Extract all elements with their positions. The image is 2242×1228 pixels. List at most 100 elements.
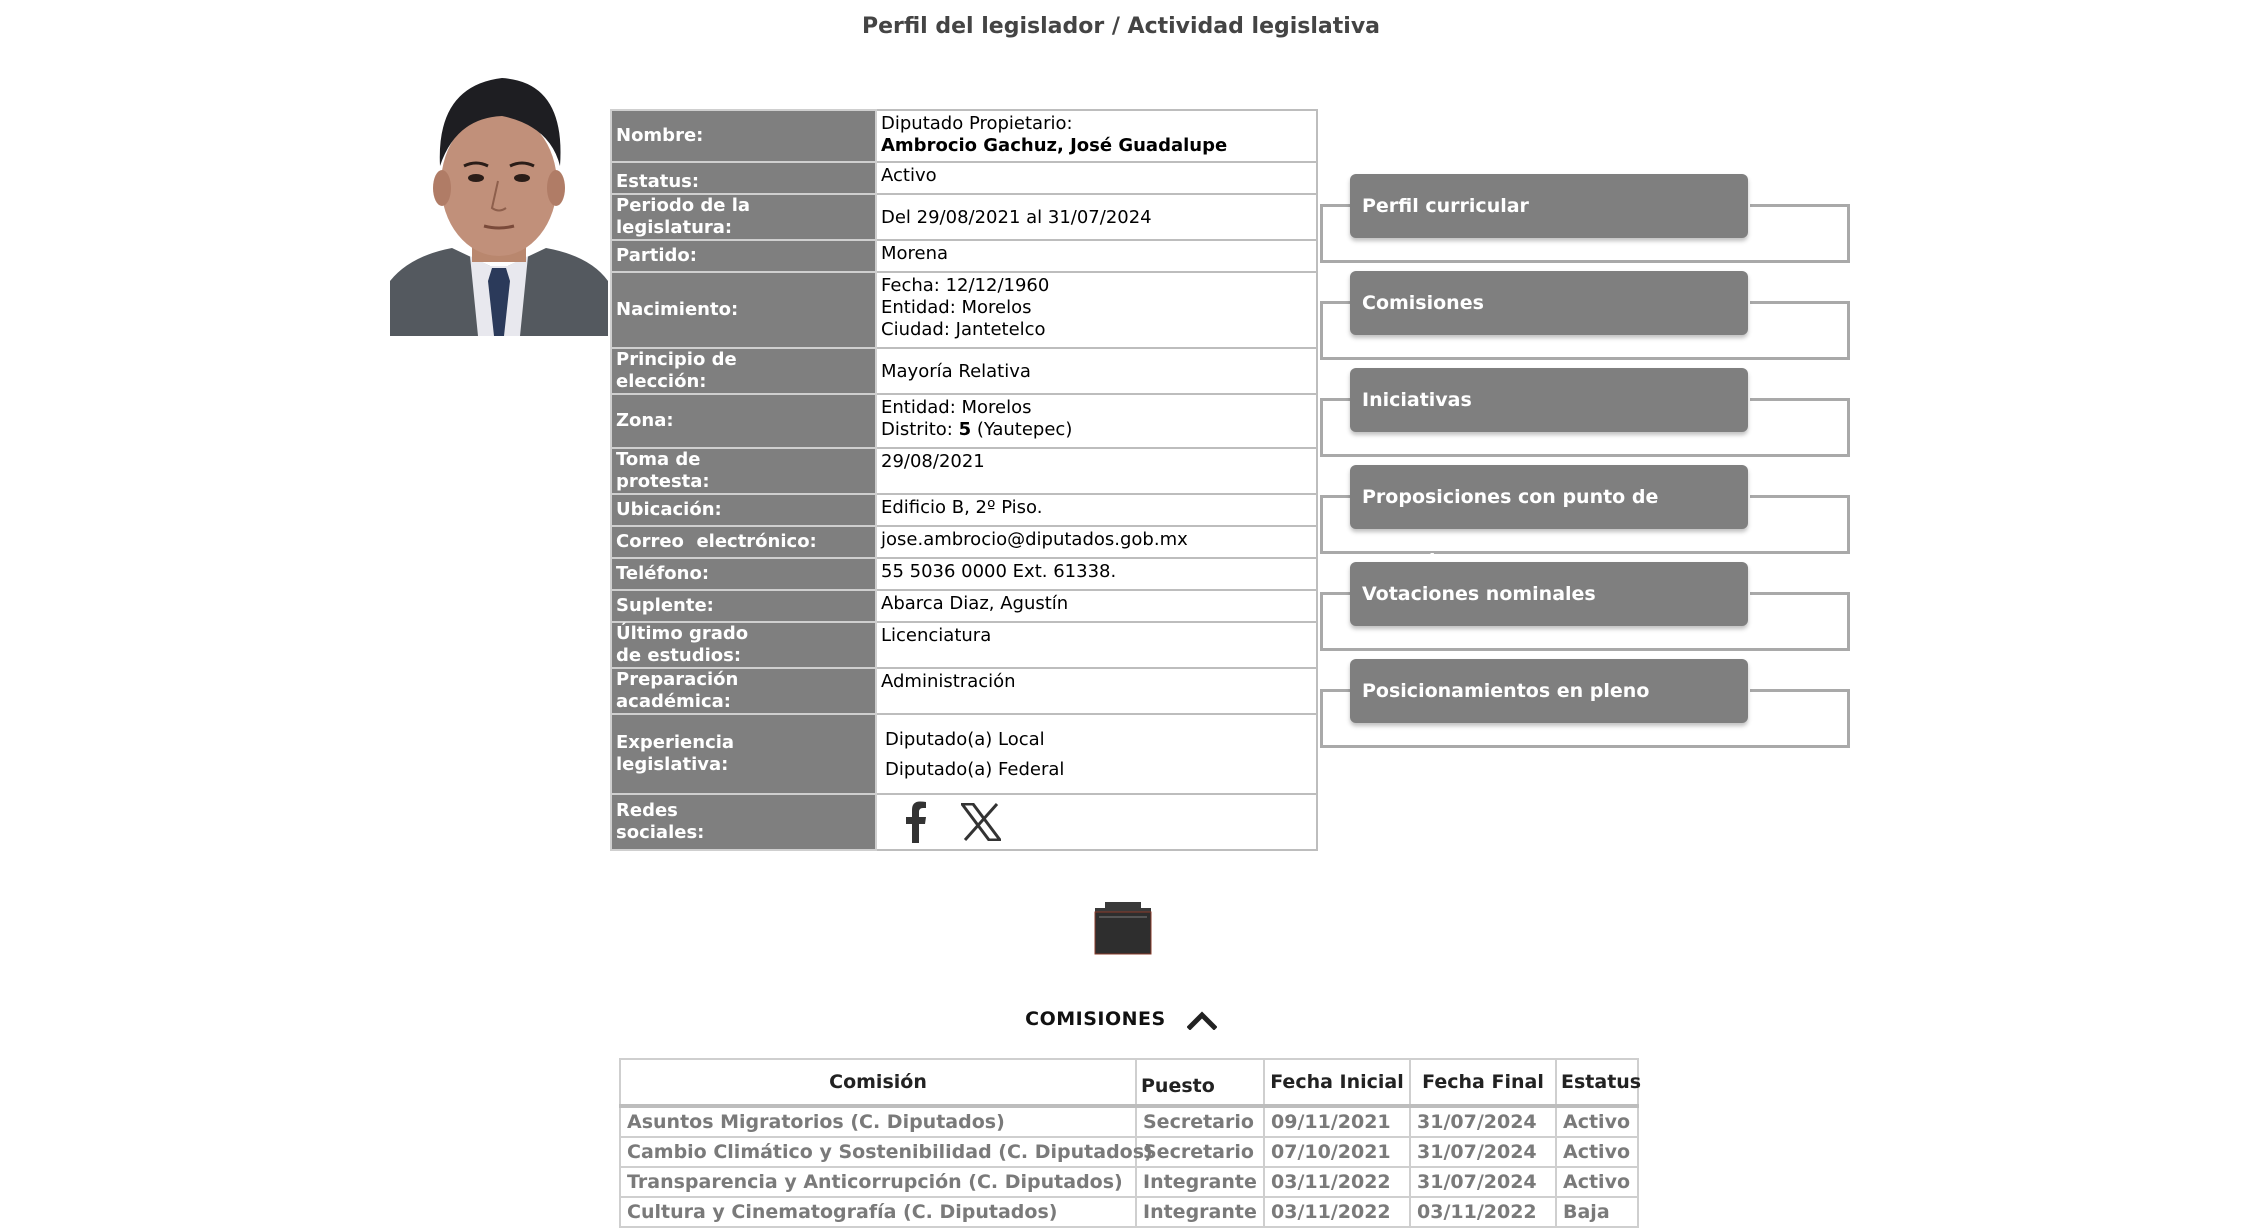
menu-iniciativas: Iniciativas (1320, 368, 1850, 464)
cell-comision[interactable]: Cultura y Cinematografía (C. Diputados) (619, 1196, 1137, 1228)
label-nombre: Nombre: (610, 109, 877, 163)
cargo-value: Diputado Propietario: (881, 113, 1073, 134)
row-telefono: Teléfono: 55 5036 0000 Ext. 61338. (610, 557, 1318, 591)
facebook-icon[interactable] (905, 801, 927, 849)
profile-table: Nombre: Diputado Propietario: Ambrocio G… (610, 109, 1318, 851)
entidad-nacimiento-value: Entidad: Morelos (881, 297, 1032, 318)
row-correo: Correo electrónico: jose.ambrocio@diputa… (610, 525, 1318, 559)
label-nacimiento: Nacimiento: (610, 271, 877, 349)
label-grado: Último grado de estudios: (610, 621, 877, 669)
table-row: Cambio Climático y Sostenibilidad (C. Di… (619, 1136, 1639, 1168)
perfil-curricular-button[interactable]: Perfil curricular (1350, 174, 1748, 238)
votaciones-nominales-button[interactable]: Votaciones nominales (1350, 562, 1748, 626)
label-correo: Correo electrónico: (610, 525, 877, 559)
chevron-up-icon (1186, 1010, 1218, 1031)
row-zona: Zona: Entidad: Morelos Distrito: 5 (Yaut… (610, 393, 1318, 449)
row-redes: Redes sociales: (610, 793, 1318, 851)
row-ubicacion: Ubicación: Edificio B, 2º Piso. (610, 493, 1318, 527)
cell-puesto: Integrante (1135, 1166, 1265, 1198)
preparacion-value: Administración (875, 667, 1318, 715)
cell-comision[interactable]: Cambio Climático y Sostenibilidad (C. Di… (619, 1136, 1153, 1168)
menu-comisiones: Comisiones (1320, 271, 1850, 367)
nombre-value: Ambrocio Gachuz, José Guadalupe (881, 135, 1228, 156)
row-periodo: Periodo de la legislatura: Del 29/08/2021… (610, 193, 1318, 241)
comisiones-button[interactable]: Comisiones (1350, 271, 1748, 335)
menu-posicionamientos: Posicionamientos en pleno (1320, 659, 1850, 755)
correo-value[interactable]: jose.ambrocio@diputados.gob.mx (875, 525, 1318, 559)
label-estatus: Estatus: (610, 161, 877, 195)
cell-comision[interactable]: Transparencia y Anticorrupción (C. Diput… (619, 1166, 1137, 1198)
header-estatus: Estatus (1555, 1058, 1641, 1108)
label-zona: Zona: (610, 393, 877, 449)
header-comision: Comisión (619, 1058, 1137, 1108)
header-fecha-final: Fecha Final (1409, 1058, 1557, 1108)
row-partido: Partido: Morena (610, 239, 1318, 273)
grado-value: Licenciatura (875, 621, 1318, 669)
cell-estatus: Activo (1555, 1166, 1639, 1198)
comisiones-section-toggle[interactable]: COMISIONES (0, 1008, 2242, 1031)
label-principio: Principio de elección: (610, 347, 877, 395)
label-toma-protesta: Toma de protesta: (610, 447, 877, 495)
row-nombre: Nombre: Diputado Propietario: Ambrocio G… (610, 109, 1318, 163)
label-preparacion: Preparación académica: (610, 667, 877, 715)
cell-puesto: Integrante (1135, 1196, 1265, 1228)
cell-fecha-final: 31/07/2024 (1409, 1166, 1557, 1198)
suplente-value: Abarca Diaz, Agustín (875, 589, 1318, 623)
header-puesto: Puesto (1135, 1058, 1265, 1108)
cell-fecha-inicial: 09/11/2021 (1263, 1105, 1411, 1138)
posicionamientos-button[interactable]: Posicionamientos en pleno (1350, 659, 1748, 723)
archive-icon[interactable] (1093, 900, 1153, 956)
legislator-photo (390, 66, 608, 336)
ciudad-nacimiento-value: Ciudad: Jantetelco (881, 319, 1046, 340)
cell-comision[interactable]: Asuntos Migratorios (C. Diputados) (619, 1105, 1137, 1138)
label-ubicacion: Ubicación: (610, 493, 877, 527)
cell-fecha-final: 31/07/2024 (1409, 1136, 1557, 1168)
zona-entidad-value: Entidad: Morelos (881, 397, 1032, 418)
experiencia-item: Diputado(a) Federal (885, 759, 1065, 780)
cell-fecha-final: 03/11/2022 (1409, 1196, 1557, 1228)
cell-estatus: Activo (1555, 1136, 1639, 1168)
label-periodo: Periodo de la legislatura: (610, 193, 877, 241)
distrito-value: Distrito: 5 (Yautepec) (881, 419, 1073, 440)
label-redes: Redes sociales: (610, 793, 877, 851)
estatus-value: Activo (875, 161, 1318, 195)
menu-perfil-curricular: Perfil curricular (1320, 174, 1850, 270)
row-preparacion: Preparación académica: Administración (610, 667, 1318, 715)
row-experiencia: Experiencia legislativa: Diputado(a) Loca… (610, 713, 1318, 795)
table-row: Asuntos Migratorios (C. Diputados) Secre… (619, 1105, 1639, 1138)
principio-value: Mayoría Relativa (875, 347, 1318, 395)
x-icon[interactable] (958, 802, 1003, 847)
row-estatus: Estatus: Activo (610, 161, 1318, 195)
experiencia-item: Diputado(a) Local (885, 729, 1045, 750)
label-experiencia: Experiencia legislativa: (610, 713, 877, 795)
table-row: Transparencia y Anticorrupción (C. Diput… (619, 1166, 1639, 1198)
ubicacion-value: Edificio B, 2º Piso. (875, 493, 1318, 527)
toma-protesta-value: 29/08/2021 (875, 447, 1318, 495)
comisiones-section-title: COMISIONES (1025, 1008, 1166, 1030)
row-nacimiento: Nacimiento: Fecha: 12/12/1960 Entidad: M… (610, 271, 1318, 349)
cell-fecha-inicial: 03/11/2022 (1263, 1196, 1411, 1228)
cell-fecha-inicial: 03/11/2022 (1263, 1166, 1411, 1198)
cell-estatus: Activo (1555, 1105, 1639, 1138)
row-grado: Último grado de estudios: Licenciatura (610, 621, 1318, 669)
partido-value: Morena (875, 239, 1318, 273)
cell-puesto: Secretario (1135, 1105, 1265, 1138)
cell-fecha-inicial: 07/10/2021 (1263, 1136, 1411, 1168)
row-principio: Principio de elección: Mayoría Relativa (610, 347, 1318, 395)
label-telefono: Teléfono: (610, 557, 877, 591)
menu-votaciones: Votaciones nominales (1320, 562, 1850, 658)
cell-fecha-final: 31/07/2024 (1409, 1105, 1557, 1138)
cell-estatus: Baja (1555, 1196, 1639, 1228)
table-row: Cultura y Cinematografía (C. Diputados) … (619, 1196, 1639, 1228)
periodo-value: Del 29/08/2021 al 31/07/2024 (875, 193, 1318, 241)
cell-puesto: Secretario (1135, 1136, 1265, 1168)
telefono-value: 55 5036 0000 Ext. 61338. (875, 557, 1318, 591)
label-partido: Partido: (610, 239, 877, 273)
iniciativas-button[interactable]: Iniciativas (1350, 368, 1748, 432)
menu-proposiciones: Proposiciones con punto de acuerdo (1320, 465, 1850, 572)
label-suplente: Suplente: (610, 589, 877, 623)
commissions-table: Comisión Puesto Fecha Inicial Fecha Fina… (619, 1058, 1641, 1228)
proposiciones-button[interactable]: Proposiciones con punto de acuerdo (1350, 465, 1748, 572)
header-fecha-inicial: Fecha Inicial (1263, 1058, 1411, 1108)
row-toma-protesta: Toma de protesta: 29/08/2021 (610, 447, 1318, 495)
